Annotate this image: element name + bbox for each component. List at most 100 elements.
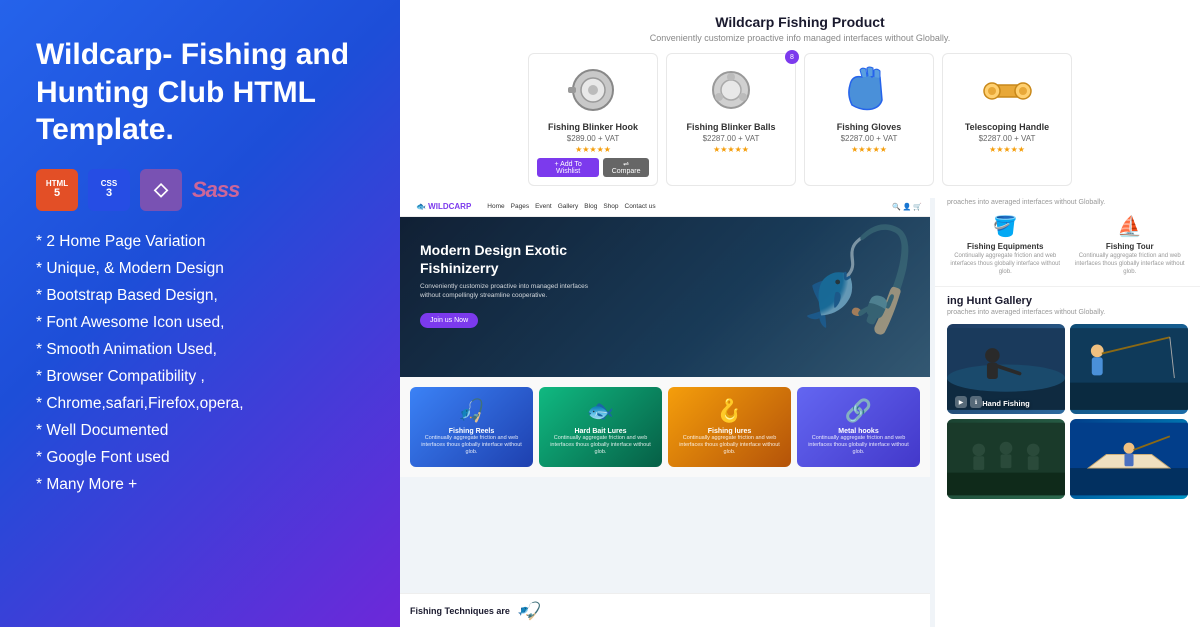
category-desc: Continually aggregate friction and web i… <box>673 435 786 456</box>
product-card-name: Fishing Gloves <box>813 122 925 132</box>
product-section-title: Wildcarp Fishing Product <box>420 14 1180 30</box>
category-card: 🎣 Fishing Reels Continually aggregate fr… <box>410 387 533 467</box>
hero-subtitle: Conveniently customize proactive into ma… <box>420 282 600 300</box>
gallery-grid: Hand Fishing ▶ ℹ <box>947 324 1188 499</box>
category-row: 🎣 Fishing Reels Continually aggregate fr… <box>400 377 930 477</box>
add-to-wishlist-button[interactable]: + Add To Wishlist <box>537 158 599 177</box>
right-side-panels: ing Hunt Services proaches into averaged… <box>935 175 1200 627</box>
category-icon: 🔗 <box>845 398 872 424</box>
service-item: ⛵ Fishing Tour Continually aggregate fri… <box>1072 214 1189 276</box>
gallery-item-boat <box>1070 419 1188 499</box>
main-title: Wildcarp- Fishing and Hunting Club HTML … <box>36 36 364 149</box>
gallery-bg <box>1070 324 1188 414</box>
fishing-rod-icon: 🎣 <box>515 597 543 624</box>
gallery-item-group <box>947 419 1065 499</box>
gallery-section: ing Hunt Gallery proaches into averaged … <box>935 287 1200 627</box>
service-desc: Continually aggregate friction and web i… <box>947 253 1064 276</box>
services-grid: 🪣 Fishing Equipments Continually aggrega… <box>947 214 1188 276</box>
service-desc: Continually aggregate friction and web i… <box>1072 253 1189 276</box>
product-card-price: $2287.00 + VAT <box>813 134 925 143</box>
play-icon: ▶ <box>955 396 967 408</box>
product-cards: Fishing Blinker Hook $289.00 + VAT ★★★★★… <box>420 53 1180 186</box>
product-card: Fishing Gloves $2287.00 + VAT ★★★★★ <box>804 53 934 186</box>
feature-item: * Chrome,safari,Firefox,opera, <box>36 395 364 413</box>
category-desc: Continually aggregate friction and web i… <box>415 435 528 456</box>
right-panel: Wildcarp Fishing Product Conveniently cu… <box>400 0 1200 627</box>
features-list: * 2 Home Page Variation * Unique, & Mode… <box>36 233 364 494</box>
product-stars: ★★★★★ <box>813 145 925 154</box>
product-section: Wildcarp Fishing Product Conveniently cu… <box>400 0 1200 198</box>
product-section-subtitle: Conveniently customize proactive info ma… <box>420 33 1180 43</box>
product-card-price: $289.00 + VAT <box>537 134 649 143</box>
gallery-title: ing Hunt Gallery <box>947 295 1188 307</box>
product-card-price: $2287.00 + VAT <box>675 134 787 143</box>
product-card-image <box>829 62 909 117</box>
css-badge: CSS 3 <box>88 169 130 211</box>
gallery-subtitle: proaches into averaged interfaces withou… <box>947 309 1188 316</box>
service-name: Fishing Equipments <box>947 242 1064 251</box>
category-card: 🐟 Hard Bait Lures Continually aggregate … <box>539 387 662 467</box>
tech-icons: HTML 5 CSS 3 ◇ Sass <box>36 169 364 211</box>
hero-title: Modern Design Exotic Fishinizerry <box>420 241 620 277</box>
website-preview: Wildcarpfund@gmail.com ✆ +80100-069-765-… <box>400 175 930 627</box>
category-desc: Continually aggregate friction and web i… <box>544 435 657 456</box>
gallery-bg <box>1070 419 1188 499</box>
product-stars: ★★★★★ <box>537 145 649 154</box>
category-icon: 🎣 <box>458 398 485 424</box>
feature-item: * 2 Home Page Variation <box>36 233 364 251</box>
product-card-image <box>553 62 633 117</box>
fishing-tour-icon: ⛵ <box>1072 214 1189 239</box>
product-card: 8 Fishing Blinker Balls $2287.00 + VAT ★… <box>666 53 796 186</box>
gallery-bg <box>947 419 1065 499</box>
hero-section: Modern Design Exotic Fishinizerry Conven… <box>400 217 930 377</box>
feature-item: * Unique, & Modern Design <box>36 260 364 278</box>
product-card-price: $2287.00 + VAT <box>951 134 1063 143</box>
product-card: Fishing Blinker Hook $289.00 + VAT ★★★★★… <box>528 53 658 186</box>
product-card-image <box>967 62 1047 117</box>
bootstrap-badge: ◇ <box>140 169 182 211</box>
category-card: 🔗 Metal hooks Continually aggregate fric… <box>797 387 920 467</box>
category-icon: 🪝 <box>716 398 743 424</box>
fishing-equipment-icon: 🪣 <box>947 214 1064 239</box>
fisher-silhouette: 🎣 <box>795 222 920 339</box>
category-card: 🪝 Fishing lures Continually aggregate fr… <box>668 387 791 467</box>
feature-item: * Smooth Animation Used, <box>36 341 364 359</box>
product-stars: ★★★★★ <box>951 145 1063 154</box>
category-label: Hard Bait Lures <box>544 428 657 435</box>
gallery-item-hand-fishing: Hand Fishing ▶ ℹ <box>947 324 1065 414</box>
feature-item: * Bootstrap Based Design, <box>36 287 364 305</box>
techniques-bar: Fishing Techniques are 🎣 <box>400 593 930 627</box>
category-label: Fishing lures <box>673 428 786 435</box>
hunt-services-desc: proaches into averaged interfaces withou… <box>947 199 1188 206</box>
html-badge: HTML 5 <box>36 169 78 211</box>
product-card-name: Telescoping Handle <box>951 122 1063 132</box>
hero-cta-button[interactable]: Join us Now <box>420 313 478 328</box>
info-icon: ℹ <box>970 396 982 408</box>
gallery-label: Hand Fishing <box>982 399 1030 408</box>
sass-badge: Sass <box>192 177 239 203</box>
nav-links: Home Pages Event Gallery Blog Shop Conta… <box>487 203 655 210</box>
service-name: Fishing Tour <box>1072 242 1189 251</box>
feature-item: * Well Documented <box>36 422 364 440</box>
product-card-name: Fishing Blinker Balls <box>675 122 787 132</box>
feature-item: * Browser Compatibility , <box>36 368 364 386</box>
feature-item: * Font Awesome Icon used, <box>36 314 364 332</box>
nav-logo: 🐟 WILDCARP <box>416 202 471 211</box>
category-label: Metal hooks <box>802 428 915 435</box>
gallery-item-fishing <box>1070 324 1188 414</box>
compare-button[interactable]: ⇌ Compare <box>603 158 649 177</box>
product-card: Telescoping Handle $2287.00 + VAT ★★★★★ <box>942 53 1072 186</box>
product-card-image <box>691 62 771 117</box>
feature-item: * Many More + <box>36 476 364 494</box>
left-panel: Wildcarp- Fishing and Hunting Club HTML … <box>0 0 400 627</box>
category-label: Fishing Reels <box>415 428 528 435</box>
product-badge: 8 <box>785 50 799 64</box>
product-card-actions: + Add To Wishlist ⇌ Compare <box>537 158 649 177</box>
category-desc: Continually aggregate friction and web i… <box>802 435 915 456</box>
techniques-title: Fishing Techniques are <box>410 606 510 616</box>
gallery-play-btn: ▶ ℹ <box>955 396 982 408</box>
service-item: 🪣 Fishing Equipments Continually aggrega… <box>947 214 1064 276</box>
google-font-item: * Google Font used <box>36 449 364 467</box>
category-icon: 🐟 <box>587 398 614 424</box>
product-stars: ★★★★★ <box>675 145 787 154</box>
